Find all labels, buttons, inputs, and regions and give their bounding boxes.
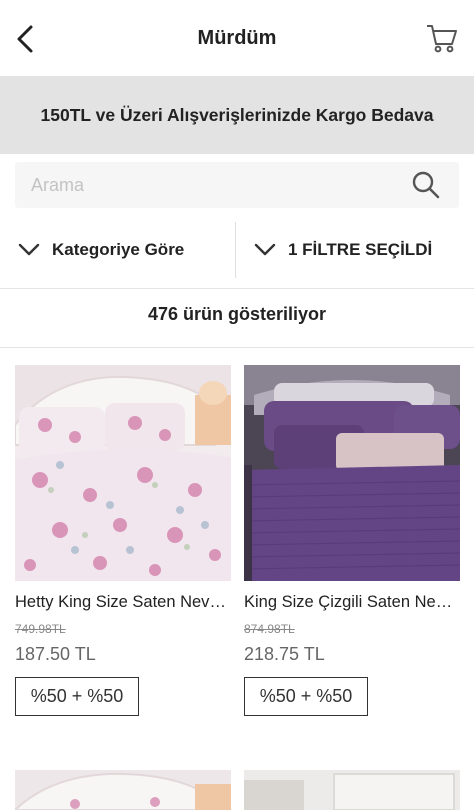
filter-bar: Kategoriye Göre 1 FİLTRE SEÇİLDİ — [0, 222, 474, 278]
shipping-banner: 150TL ve Üzeri Alışverişlerinizde Kargo … — [0, 76, 474, 154]
product-card[interactable]: Hetty King Size Saten Nevresim Takımı 74… — [15, 365, 231, 716]
search-input[interactable] — [31, 174, 409, 196]
product-name: Hetty King Size Saten Nevresim Takımı — [15, 593, 231, 611]
product-price: 218.75 TL — [244, 644, 325, 664]
top-bar: Mürdüm — [0, 0, 474, 76]
product-image[interactable] — [244, 365, 460, 581]
product-price: 187.50 TL — [15, 644, 96, 664]
discount-badge: %50 + %50 — [244, 677, 368, 716]
product-image[interactable] — [244, 770, 460, 810]
divider — [0, 347, 474, 348]
category-sort-label: Kategoriye Göre — [52, 240, 185, 259]
shipping-banner-text: 150TL ve Üzeri Alışverişlerinizde Kargo … — [40, 104, 434, 125]
product-card[interactable]: King Size Çizgili Saten Nevresim Takımı … — [244, 365, 460, 716]
divider — [0, 288, 474, 289]
cart-button[interactable] — [422, 18, 462, 58]
page-title: Mürdüm — [197, 27, 277, 49]
search-bar[interactable] — [15, 162, 459, 208]
filter-label: 1 FİLTRE SEÇİLDİ — [288, 240, 433, 259]
product-old-price: 749.98TL — [15, 622, 66, 636]
category-sort-button[interactable]: Kategoriye Göre — [0, 222, 236, 278]
chevron-down-icon — [18, 242, 42, 258]
result-count: 476 ürün gösteriliyor — [147, 304, 327, 324]
product-old-price: 874.98TL — [244, 622, 295, 636]
cart-icon — [427, 25, 457, 53]
chevron-down-icon — [254, 242, 278, 258]
product-name: King Size Çizgili Saten Nevresim Takımı — [244, 593, 460, 611]
product-image[interactable] — [15, 365, 231, 581]
search-icon[interactable] — [409, 168, 443, 202]
discount-badge: %50 + %50 — [15, 677, 139, 716]
filter-button[interactable]: 1 FİLTRE SEÇİLDİ — [236, 222, 474, 278]
product-image[interactable] — [15, 770, 231, 810]
